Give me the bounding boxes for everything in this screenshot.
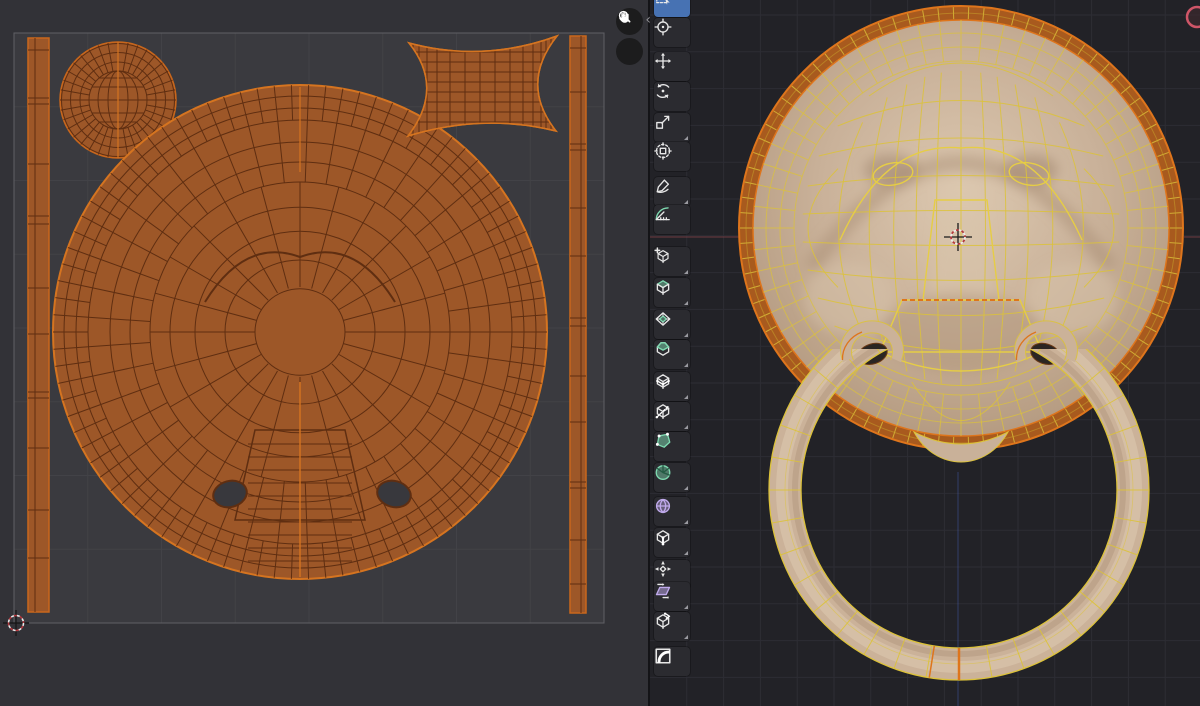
select-box-icon — [656, 0, 670, 5]
tool-loop-cut-button[interactable] — [654, 372, 690, 401]
tool-rotate-button[interactable] — [654, 82, 690, 111]
tool-rip-edge-button[interactable] — [654, 647, 690, 676]
measure-icon — [655, 207, 670, 221]
transform-icon — [654, 142, 672, 160]
inset-faces-icon — [655, 312, 671, 326]
tool-smooth-button[interactable] — [654, 497, 690, 526]
rip-region-icon — [656, 612, 671, 629]
tool-measure-button[interactable] — [654, 205, 690, 234]
poly-build-icon — [655, 432, 671, 448]
shrink-fatten-icon — [654, 560, 672, 578]
loop-cut-icon — [656, 374, 670, 389]
rotate-icon — [656, 83, 670, 99]
sidebar-collapse-arrow[interactable]: ‹ — [645, 13, 651, 27]
move-icon — [654, 52, 672, 70]
tool-add-cube-button[interactable] — [654, 247, 690, 276]
hand-icon — [619, 11, 629, 23]
tool-spin-button[interactable] — [654, 463, 690, 492]
viewport-3d[interactable] — [650, 0, 1200, 706]
scale-icon — [656, 115, 670, 129]
blender-window: ‹ — [0, 0, 1200, 706]
add-cube-icon — [654, 247, 669, 264]
uv-island-left-strip[interactable] — [27, 37, 50, 613]
tool-rip-region-button[interactable] — [654, 612, 690, 641]
cursor-icon — [654, 18, 672, 36]
uv-editor-gizmos — [616, 8, 643, 65]
extrude-region-icon — [656, 280, 670, 295]
tool-knife-button[interactable] — [654, 402, 690, 431]
uv-canvas[interactable] — [0, 0, 649, 706]
tool-move-button[interactable] — [654, 52, 690, 81]
tool-shelf — [654, 0, 694, 706]
tool-transform-button[interactable] — [654, 142, 690, 171]
tool-edge-slide-button[interactable] — [654, 528, 690, 557]
rip-edge-icon — [655, 648, 671, 664]
tool-poly-build-button[interactable] — [654, 432, 690, 461]
knife-icon — [655, 404, 670, 419]
tool-select-box-button[interactable] — [654, 0, 690, 17]
tool-inset-faces-button[interactable] — [654, 310, 690, 339]
uv-island-face-disc[interactable] — [52, 84, 548, 580]
uv-editor[interactable]: ‹ — [0, 0, 651, 706]
spin-icon — [655, 465, 671, 480]
annotate-icon — [656, 179, 670, 193]
bevel-icon — [656, 342, 670, 356]
uv-island-right-strip[interactable] — [569, 35, 587, 614]
viewport-canvas[interactable] — [650, 0, 1200, 706]
tool-bevel-button[interactable] — [654, 340, 690, 369]
smooth-icon — [655, 498, 671, 514]
shear-icon — [655, 583, 671, 599]
tool-annotate-button[interactable] — [654, 177, 690, 206]
tool-cursor-button[interactable] — [654, 18, 690, 47]
edge-slide-icon — [656, 530, 670, 546]
navigate-gizmo[interactable] — [1185, 5, 1200, 29]
tool-scale-button[interactable] — [654, 113, 690, 142]
editor-border[interactable] — [648, 0, 650, 706]
tool-shear-button[interactable] — [654, 582, 690, 611]
pan-button[interactable] — [616, 11, 643, 65]
tool-extrude-region-button[interactable] — [654, 278, 690, 307]
